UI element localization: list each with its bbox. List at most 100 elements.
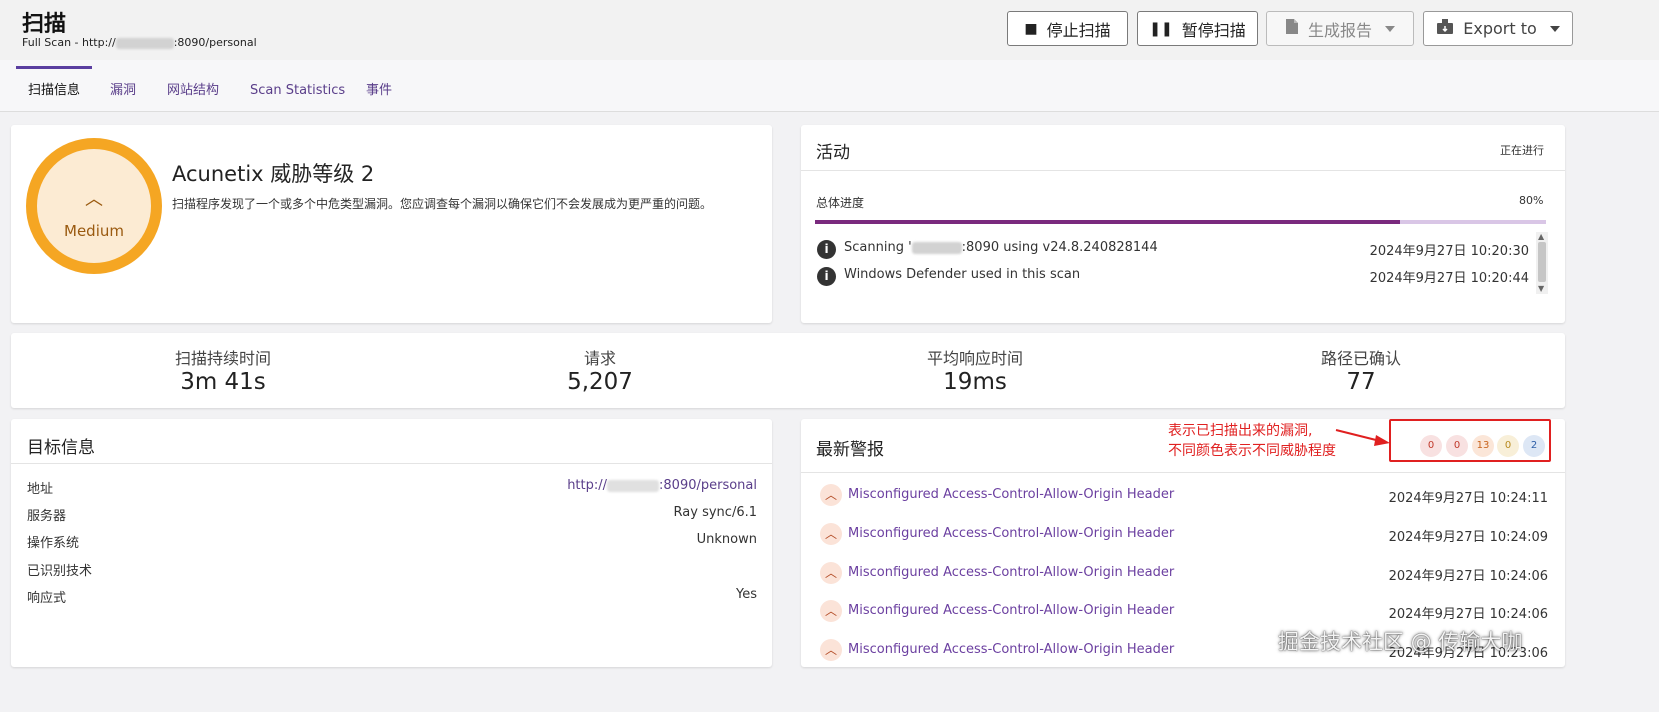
divider [11, 463, 772, 464]
target-address-suffix: :8090/personal [659, 478, 757, 493]
stop-scan-label: 停止扫描 [1046, 20, 1111, 40]
log-row: i Scanning ':8090 using v24.8.240828144 … [817, 237, 1529, 261]
stat-value: 77 [1346, 369, 1376, 395]
chevron-up-icon: ︿ [820, 523, 842, 545]
log-text-suffix: :8090 using v24.8.240828144 [961, 240, 1158, 255]
tab-scan-statistics[interactable]: Scan Statistics [250, 60, 345, 112]
alert-row[interactable]: ︿ Misconfigured Access-Control-Allow-Ori… [820, 482, 1548, 512]
subtitle-prefix: Full Scan - http:// [22, 36, 116, 49]
progress-bar [815, 220, 1546, 224]
chevron-up-icon: ︿ [820, 600, 842, 622]
tab-bar: 扫描信息 漏洞 网站结构 Scan Statistics 事件 [0, 60, 1659, 112]
log-scrollbar[interactable]: ▲ ▼ [1536, 232, 1548, 294]
alert-row[interactable]: ︿ Misconfigured Access-Control-Allow-Ori… [820, 521, 1548, 551]
scroll-down-icon[interactable]: ▼ [1538, 284, 1544, 293]
info-icon: i [817, 240, 836, 259]
stop-scan-button[interactable]: ■ 停止扫描 [1007, 11, 1128, 46]
stat-label: 路径已确认 [1320, 349, 1401, 368]
stat-duration: 扫描持续时间 3m 41s [98, 345, 348, 395]
severity-badge-medium[interactable]: 13 [1472, 435, 1494, 457]
chevron-up-icon: ︿ [820, 639, 842, 661]
redacted-host [607, 479, 660, 492]
stop-icon: ■ [1024, 20, 1038, 37]
subtitle-suffix: :8090/personal [173, 36, 257, 49]
alert-name-link[interactable]: Misconfigured Access-Control-Allow-Origi… [848, 487, 1174, 502]
log-text: Windows Defender used in this scan [844, 267, 1081, 282]
alert-time: 2024年9月27日 10:24:06 [1388, 569, 1548, 584]
severity-badge-high[interactable]: 0 [1446, 435, 1468, 457]
tab-events[interactable]: 事件 [366, 60, 392, 112]
activity-title: 活动 [816, 143, 850, 163]
redacted-host [115, 37, 174, 49]
export-label: Export to [1463, 19, 1537, 38]
divider [801, 472, 1565, 473]
stat-paths-confirmed: 路径已确认 77 [1236, 345, 1486, 395]
progress-value: 80% [1519, 194, 1544, 207]
stat-value: 5,207 [567, 369, 633, 395]
chevron-up-icon: ︿ [820, 562, 842, 584]
threat-level-ring: ︿ Medium [26, 138, 162, 274]
annotation-arrow-icon [1335, 429, 1390, 446]
target-value: Yes [736, 587, 757, 602]
scroll-thumb[interactable] [1538, 242, 1546, 282]
target-label: 操作系统 [27, 536, 80, 551]
alert-name-link[interactable]: Misconfigured Access-Control-Allow-Origi… [848, 603, 1174, 618]
chevron-up-icon: ︿ [820, 484, 842, 506]
log-row: i Windows Defender used in this scan 202… [817, 264, 1529, 288]
tab-site-structure[interactable]: 网站结构 [167, 60, 219, 112]
progress-fill [815, 220, 1400, 224]
alert-time: 2024年9月27日 10:24:06 [1388, 607, 1548, 622]
stat-value: 19ms [943, 369, 1007, 395]
tab-vulnerabilities[interactable]: 漏洞 [110, 60, 136, 112]
pause-scan-label: 暂停扫描 [1181, 20, 1246, 40]
threat-level-label: Medium [64, 222, 124, 240]
log-time: 2024年9月27日 10:20:30 [1369, 244, 1529, 259]
watermark: 掘金技术社区 @ 传输大咖 [1278, 630, 1523, 654]
target-label: 响应式 [27, 591, 67, 606]
severity-badge-low[interactable]: 0 [1497, 435, 1519, 457]
page-header: 扫描 Full Scan - http:// :8090/personal ■ 停… [0, 0, 1659, 60]
page-title: 扫描 [22, 12, 67, 37]
severity-badge-critical[interactable]: 0 [1420, 435, 1442, 457]
target-label: 地址 [27, 482, 54, 497]
annotation-line: 表示已扫描出来的漏洞, [1168, 423, 1313, 439]
activity-card [801, 125, 1565, 323]
generate-report-button[interactable]: 生成报告 [1266, 11, 1414, 46]
severity-badge-info[interactable]: 2 [1523, 435, 1545, 457]
redacted-host [911, 241, 962, 254]
target-address-link[interactable]: http:// :8090/personal [567, 478, 757, 493]
alert-time: 2024年9月27日 10:24:11 [1388, 491, 1548, 506]
generate-report-label: 生成报告 [1307, 20, 1372, 40]
alert-row[interactable]: ︿ Misconfigured Access-Control-Allow-Ori… [820, 598, 1548, 628]
scan-subtitle: Full Scan - http:// :8090/personal [22, 36, 257, 49]
threat-title: Acunetix 威胁等级 2 [172, 162, 375, 186]
annotation-line: 不同颜色表示不同威胁程度 [1168, 443, 1336, 459]
stat-label: 扫描持续时间 [174, 349, 271, 368]
stat-requests: 请求 5,207 [475, 345, 725, 395]
annotation-text: 表示已扫描出来的漏洞, 不同颜色表示不同威胁程度 [1168, 421, 1336, 461]
threat-description: 扫描程序发现了一个或多个中危类型漏洞。您应调查每个漏洞以确保它们不会发展成为更严… [172, 197, 713, 211]
log-text: Scanning ':8090 using v24.8.240828144 [844, 240, 1158, 255]
alert-time: 2024年9月27日 10:24:09 [1388, 530, 1548, 545]
latest-alerts-title: 最新警报 [816, 440, 884, 460]
stat-label: 请求 [583, 349, 616, 368]
activity-status: 正在进行 [1500, 144, 1544, 157]
chevron-down-icon [1549, 25, 1560, 32]
target-value: Unknown [696, 532, 757, 547]
pause-scan-button[interactable]: ❚❚ 暂停扫描 [1137, 11, 1258, 46]
target-address-prefix: http:// [567, 478, 608, 493]
alert-name-link[interactable]: Misconfigured Access-Control-Allow-Origi… [848, 565, 1174, 580]
alert-name-link[interactable]: Misconfigured Access-Control-Allow-Origi… [848, 526, 1174, 541]
target-info-card [11, 419, 772, 667]
tab-scan-info[interactable]: 扫描信息 [28, 60, 80, 112]
scroll-up-icon[interactable]: ▲ [1538, 232, 1544, 241]
document-icon [1285, 18, 1299, 39]
export-button[interactable]: Export to [1423, 11, 1573, 46]
pause-icon: ❚❚ [1149, 20, 1173, 37]
divider [801, 170, 1565, 171]
alert-row[interactable]: ︿ Misconfigured Access-Control-Allow-Ori… [820, 560, 1548, 590]
target-label: 已识别技术 [27, 564, 93, 579]
alert-name-link[interactable]: Misconfigured Access-Control-Allow-Origi… [848, 642, 1174, 657]
stat-avg-response: 平均响应时间 19ms [850, 345, 1100, 395]
log-time: 2024年9月27日 10:20:44 [1369, 271, 1529, 286]
